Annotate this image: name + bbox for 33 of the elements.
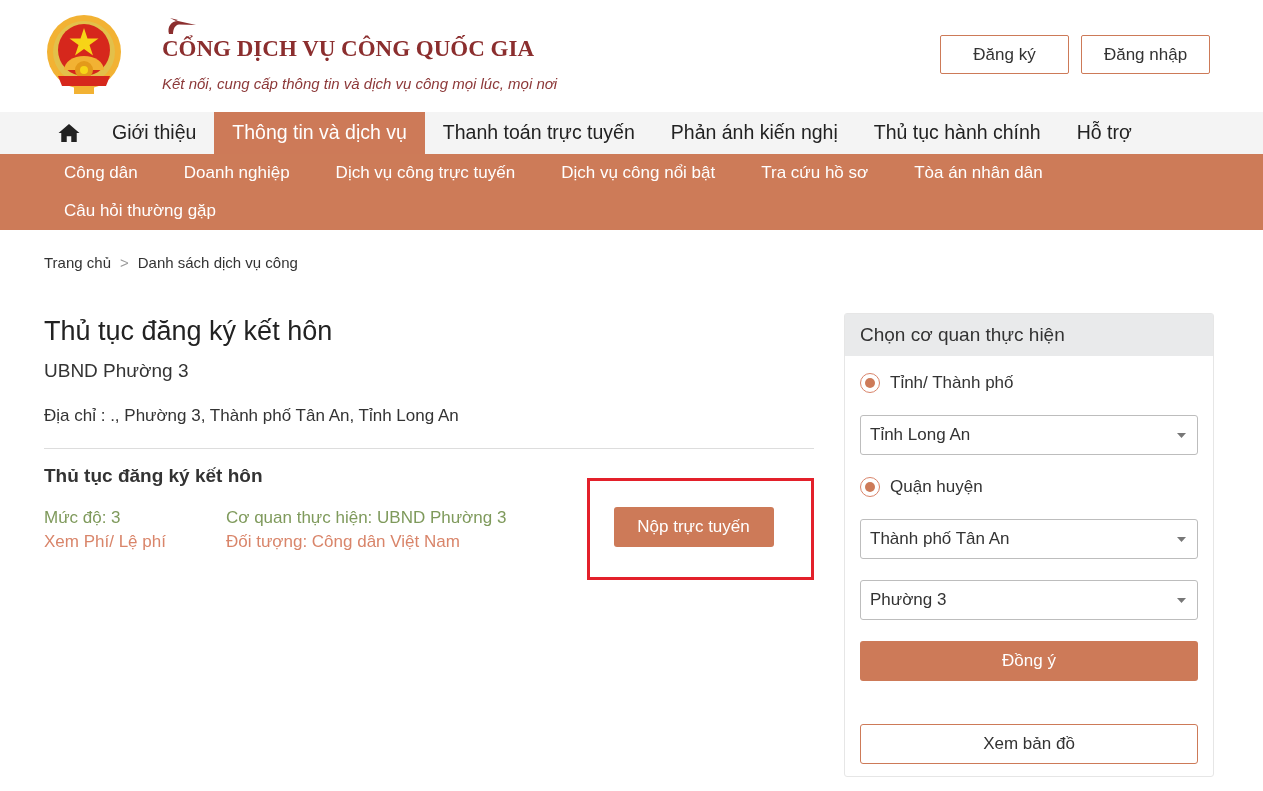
login-button[interactable]: Đăng nhập: [1081, 35, 1210, 74]
service-name: Thủ tục đăng ký kết hôn: [44, 464, 264, 488]
caret-icon: [1177, 432, 1186, 438]
select-field[interactable]: Thành phố Tân An: [860, 519, 1198, 559]
caret-icon: [1177, 536, 1186, 542]
radio-button[interactable]: [860, 477, 880, 497]
nav-tab[interactable]: Giới thiệu: [94, 112, 215, 154]
nav-tab[interactable]: Hỗ trợ: [1058, 112, 1150, 154]
nav-tab[interactable]: Phản ánh kiến nghị: [652, 112, 856, 154]
crane-icon: [166, 18, 196, 34]
breadcrumb-link[interactable]: Trang chủ: [44, 253, 111, 273]
home-icon: [58, 123, 80, 143]
emblem-icon: [44, 14, 124, 96]
breadcrumb-link[interactable]: Danh sách dịch vụ công: [137, 253, 298, 273]
select-field[interactable]: Tỉnh Long An: [860, 415, 1198, 455]
radio-button[interactable]: [860, 373, 880, 393]
nav-tab[interactable]: Thanh toán trực tuyến: [424, 112, 653, 154]
address-text: Địa chỉ : ., Phường 3, Thành phố Tân An, Tỉnh Long An: [44, 405, 460, 427]
radio-label: Tỉnh/ Thành phố: [890, 372, 1014, 395]
breadcrumb-separator: >: [120, 253, 129, 273]
site-title: CỔNG DỊCH VỤ CÔNG QUỐC GIA: [162, 34, 535, 63]
detail-text: Mức độ: 3: [44, 507, 121, 529]
register-button[interactable]: Đăng ký: [940, 35, 1069, 74]
agency-name: UBND Phường 3: [44, 359, 190, 383]
panel-title: Chọn cơ quan thực hiện: [860, 322, 1065, 347]
page-title: Thủ tục đăng ký kết hôn: [44, 315, 334, 348]
map-button[interactable]: Xem bản đồ: [860, 724, 1198, 764]
nav-tab[interactable]: Thủ tục hành chính: [855, 112, 1059, 154]
caret-icon: [1177, 597, 1186, 603]
select-field[interactable]: Phường 3: [860, 580, 1198, 620]
radio-label: Quận huyện: [890, 476, 983, 499]
site-tagline: Kết nối, cung cấp thông tin và dịch vụ công mọi lúc, mọi nơi: [162, 74, 558, 94]
detail-text: Cơ quan thực hiện: UBND Phường 3: [226, 507, 507, 529]
